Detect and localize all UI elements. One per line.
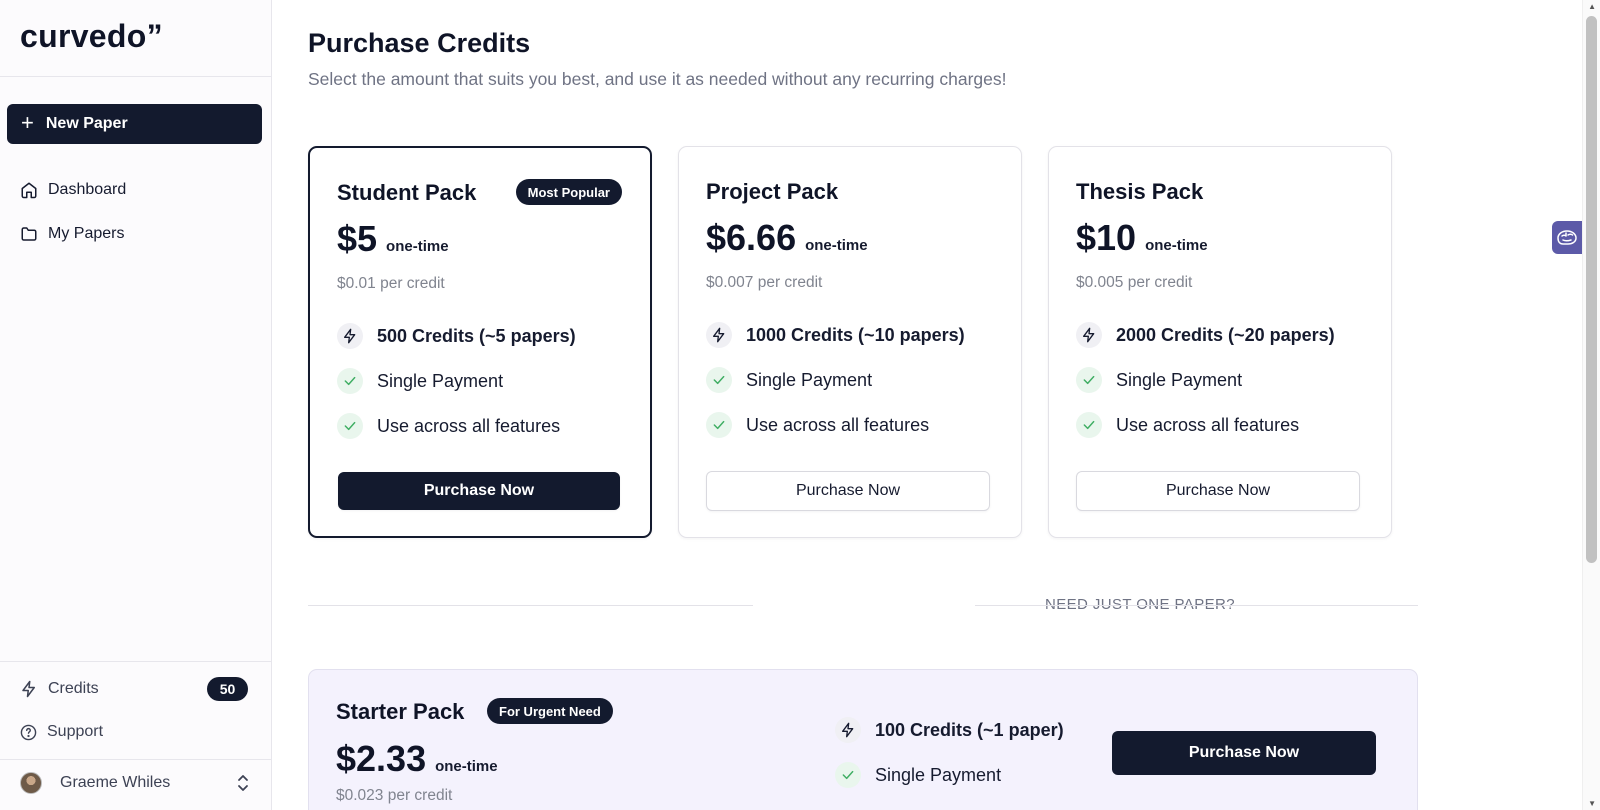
price-row: $2.33 one-time <box>336 738 498 780</box>
per-credit-price: $0.023 per credit <box>336 787 453 804</box>
user-menu[interactable]: Graeme Whiles <box>20 772 250 794</box>
help-circle-icon <box>20 724 37 740</box>
sidebar-item-label: My Papers <box>48 225 125 242</box>
check-icon <box>1076 412 1102 438</box>
page-title: Purchase Credits <box>308 28 531 58</box>
divider <box>0 76 271 77</box>
plan-card-starter: Starter Pack For Urgent Need $2.33 one-t… <box>308 669 1418 810</box>
check-icon <box>706 412 732 438</box>
plan-name: Student Pack <box>337 180 477 205</box>
sidebar: curvedo” + New Paper Dashboard My Papers… <box>0 0 272 810</box>
purchase-button-starter[interactable]: Purchase Now <box>1112 731 1376 775</box>
support-label: Support <box>47 723 104 740</box>
plan-price: $5 <box>337 218 378 259</box>
feature-text: Single Payment <box>875 764 1002 785</box>
price-row: $5 one-time <box>337 218 449 260</box>
check-icon <box>337 413 363 439</box>
per-credit-price: $0.007 per credit <box>706 274 823 291</box>
credits-count-badge: 50 <box>207 677 248 701</box>
scroll-up-arrow-icon[interactable]: ▲ <box>1588 2 1596 11</box>
divider <box>0 759 271 760</box>
divider <box>0 661 271 662</box>
urgent-need-badge: For Urgent Need <box>487 698 613 724</box>
page-subtitle: Select the amount that suits you best, a… <box>308 69 1007 89</box>
plan-price: $10 <box>1076 217 1137 258</box>
feature-single-payment: Single Payment <box>1076 367 1242 393</box>
avatar <box>20 772 42 794</box>
per-credit-price: $0.01 per credit <box>337 275 445 292</box>
sidebar-item-label: Dashboard <box>48 181 127 198</box>
brain-icon <box>1557 229 1577 245</box>
bolt-icon <box>835 717 861 743</box>
assistant-widget-button[interactable] <box>1552 221 1582 254</box>
credits-label: Credits <box>48 680 99 697</box>
plan-name: Starter Pack <box>336 699 465 724</box>
billing-type: one-time <box>435 758 498 775</box>
feature-text: 100 Credits (~1 paper) <box>875 719 1064 740</box>
billing-type: one-time <box>386 238 449 255</box>
scroll-down-arrow-icon[interactable]: ▼ <box>1588 799 1596 808</box>
feature-credits: 100 Credits (~1 paper) <box>835 717 1064 743</box>
plan-price: $6.66 <box>706 217 797 258</box>
billing-type: one-time <box>805 237 868 254</box>
plan-card-thesis: Thesis Pack $10 one-time $0.005 per cred… <box>1048 146 1392 538</box>
chevrons-up-down-icon <box>238 775 248 791</box>
sidebar-item-dashboard[interactable]: Dashboard <box>20 181 126 199</box>
feature-all-features: Use across all features <box>1076 412 1299 438</box>
plan-name: Project Pack <box>706 179 839 204</box>
feature-text: 2000 Credits (~20 papers) <box>1116 324 1335 345</box>
check-icon <box>706 367 732 393</box>
per-credit-price: $0.005 per credit <box>1076 274 1193 291</box>
plus-icon: + <box>21 110 34 135</box>
plan-card-student: Student Pack Most Popular $5 one-time $0… <box>308 146 652 538</box>
feature-text: 1000 Credits (~10 papers) <box>746 324 965 345</box>
feature-all-features: Use across all features <box>337 413 560 439</box>
feature-text: Use across all features <box>746 414 930 435</box>
feature-text: Single Payment <box>746 369 873 390</box>
folder-icon <box>21 227 37 241</box>
divider <box>308 605 753 606</box>
feature-single-payment: Single Payment <box>706 367 872 393</box>
bolt-icon <box>1076 322 1102 348</box>
scrollbar-thumb[interactable] <box>1586 16 1597 563</box>
bolt-icon <box>706 322 732 348</box>
feature-text: Use across all features <box>1116 414 1300 435</box>
main-content: Purchase Credits Select the amount that … <box>272 0 1582 810</box>
bolt-icon <box>22 680 35 698</box>
purchase-button-student[interactable]: Purchase Now <box>338 472 620 510</box>
sidebar-item-support[interactable]: Support <box>20 723 103 741</box>
app-logo[interactable]: curvedo” <box>20 18 163 55</box>
feature-credits: 500 Credits (~5 papers) <box>337 323 576 349</box>
feature-all-features: Use across all features <box>706 412 929 438</box>
billing-type: one-time <box>1145 237 1208 254</box>
purchase-button-project[interactable]: Purchase Now <box>706 471 990 511</box>
home-icon <box>21 182 37 199</box>
vertical-scrollbar[interactable]: ▲ ▼ <box>1582 0 1600 810</box>
price-row: $6.66 one-time <box>706 217 868 259</box>
check-icon <box>1076 367 1102 393</box>
feature-text: Single Payment <box>1116 369 1243 390</box>
most-popular-badge: Most Popular <box>515 179 622 205</box>
feature-text: Single Payment <box>377 370 504 391</box>
new-paper-label: New Paper <box>45 115 128 132</box>
check-icon <box>835 762 861 788</box>
divider <box>975 605 1418 606</box>
plan-name: Thesis Pack <box>1076 179 1204 204</box>
feature-credits: 2000 Credits (~20 papers) <box>1076 322 1335 348</box>
bolt-icon <box>337 323 363 349</box>
sidebar-item-credits[interactable]: Credits 50 <box>20 677 248 701</box>
plan-card-project: Project Pack $6.66 one-time $0.007 per c… <box>678 146 1022 538</box>
purchase-button-thesis[interactable]: Purchase Now <box>1076 471 1360 511</box>
new-paper-button[interactable]: + New Paper <box>7 104 262 144</box>
user-name: Graeme Whiles <box>60 774 171 791</box>
feature-single-payment: Single Payment <box>835 762 1001 788</box>
plan-price: $2.33 <box>336 738 427 779</box>
sidebar-item-my-papers[interactable]: My Papers <box>20 225 124 243</box>
feature-single-payment: Single Payment <box>337 368 503 394</box>
feature-credits: 1000 Credits (~10 papers) <box>706 322 965 348</box>
price-row: $10 one-time <box>1076 217 1208 259</box>
check-icon <box>337 368 363 394</box>
feature-text: Use across all features <box>377 415 561 436</box>
feature-text: 500 Credits (~5 papers) <box>377 325 576 346</box>
